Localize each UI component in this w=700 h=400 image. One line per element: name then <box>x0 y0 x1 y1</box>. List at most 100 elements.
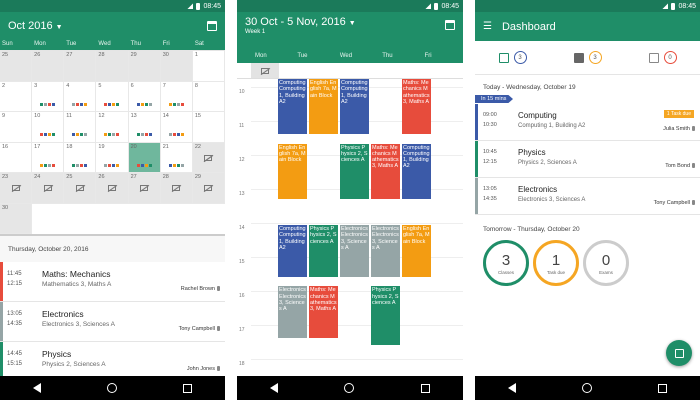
calendar-day-cell[interactable]: 3 <box>32 81 65 112</box>
day-number: 21 <box>162 143 169 150</box>
lesson-item[interactable]: 13:05 14:35 Electronics Electronics 3, Scie… <box>0 302 225 342</box>
summary-ring[interactable]: 3 Classes <box>483 240 529 286</box>
tab-exams[interactable]: 0 <box>648 51 677 64</box>
calendar-day-cell[interactable]: 29 <box>192 173 225 204</box>
calendar-day-cell[interactable]: 25 <box>0 51 33 82</box>
calendar-day-cell[interactable]: 5 <box>96 81 129 112</box>
calendar-day-cell[interactable]: 30 <box>160 51 193 82</box>
day-number: 17 <box>34 143 41 150</box>
calendar-day-cell[interactable]: 13 <box>128 112 161 143</box>
timetable-event[interactable]: Electronics Electronics 3, Sciences A <box>371 225 400 277</box>
menu-icon[interactable]: ☰ <box>483 21 492 32</box>
calendar-day-cell[interactable]: 21 <box>160 142 193 173</box>
calendar-day-cell[interactable]: 28 <box>160 173 193 204</box>
lesson-dots <box>32 163 63 167</box>
timetable-event[interactable]: Electronics Electronics 3, Sciences A <box>340 225 369 277</box>
lesson-dot <box>48 102 52 106</box>
calendar-day-cell[interactable]: 28 <box>96 51 129 82</box>
lesson-dot <box>104 102 108 106</box>
lesson-subject: Physics <box>518 148 546 157</box>
timetable-event[interactable]: Maths: Mechanics Mathematics 3, Maths A <box>402 79 431 134</box>
dashboard-lesson-item[interactable]: 10:45 12:15 Physics Physics 2, Sciences A To… <box>475 141 700 178</box>
calendar-day-cell[interactable]: 2 <box>0 81 33 112</box>
lesson-dot <box>40 102 44 106</box>
calendar-day-cell[interactable]: 11 <box>64 112 97 143</box>
recent-apps-icon[interactable] <box>658 383 667 393</box>
calendar-day-cell[interactable]: 12 <box>96 112 129 143</box>
calendar-day-cell[interactable]: 10 <box>32 112 65 143</box>
back-icon[interactable] <box>270 383 279 393</box>
timetable-event[interactable]: Physics Physics 2, Sciences A <box>309 225 338 277</box>
timetable-event[interactable]: Computing Computing 1, Building A2 <box>402 143 431 199</box>
week-selector[interactable]: 30 Oct - 5 Nov, 2016 ▼ <box>245 16 455 28</box>
add-task-fab[interactable] <box>666 340 692 366</box>
android-nav-bar <box>0 376 225 400</box>
back-icon[interactable] <box>33 383 41 393</box>
dashboard-lesson-item[interactable]: 13:05 14:35 Electronics Electronics 3, Scie… <box>475 178 700 215</box>
calendar-day-cell[interactable]: 26 <box>96 173 129 204</box>
timetable-event[interactable]: English English 7a, Main Block <box>402 225 431 277</box>
lesson-dot <box>168 133 172 136</box>
calendar-day-cell[interactable]: 17 <box>32 142 65 173</box>
calendar-day-cell[interactable]: 27 <box>128 173 161 204</box>
month-selector[interactable]: Oct 2016 ▼ <box>8 20 207 32</box>
dashboard-lesson-item[interactable]: 09:00 10:30 Computing Computing 1, Building… <box>475 104 700 141</box>
calendar-day-cell[interactable]: 14 <box>160 112 193 143</box>
day-number: 24 <box>34 174 41 180</box>
recent-apps-icon[interactable] <box>420 383 430 393</box>
timetable-event[interactable]: Physics Physics 2, Sciences A <box>340 143 369 199</box>
weekday-label: Thu <box>130 41 141 47</box>
timetable-event[interactable]: English English 7a, Main Block <box>309 79 338 134</box>
week-subtitle: Week 1 <box>245 29 266 35</box>
timetable-event[interactable]: Maths: Mechanics Mathematics 3, Maths A <box>309 286 338 339</box>
calendar-day-cell[interactable]: 26 <box>32 51 65 82</box>
calendar-day-cell[interactable]: 16 <box>0 142 33 173</box>
calendar-day-cell[interactable]: 1 <box>192 51 225 82</box>
calendar-day-cell[interactable]: 4 <box>64 81 97 112</box>
calendar-today-icon[interactable] <box>445 20 455 30</box>
timetable-event[interactable]: Physics Physics 2, Sciences A <box>371 286 400 345</box>
week-weekday-header: Mon Tue Wed Thu Fri <box>237 50 463 63</box>
weekday-label: Tue <box>66 41 77 47</box>
calendar-day-cell[interactable]: 18 <box>64 142 97 173</box>
calendar-day-cell[interactable]: 29 <box>128 51 161 82</box>
timetable-event[interactable]: Maths: Mechanics Mathematics 3, Maths A <box>371 143 400 199</box>
hour-label: 18 <box>239 361 245 367</box>
recent-apps-icon[interactable] <box>183 383 192 393</box>
calendar-day-cell[interactable]: 7 <box>160 81 193 112</box>
back-icon[interactable] <box>508 383 516 393</box>
calendar-day-cell[interactable]: 23 <box>0 173 33 204</box>
calendar-day-cell[interactable]: 19 <box>96 142 129 173</box>
calendar-day-cell[interactable]: 8 <box>192 81 225 112</box>
calendar-day-cell[interactable]: 15 <box>192 112 225 143</box>
calendar-day-cell[interactable]: 22 <box>192 142 225 173</box>
ring-label: Task due <box>546 269 565 275</box>
calendar-day-cell[interactable]: 20 <box>128 142 161 173</box>
calendar-day-cell[interactable]: 6 <box>128 81 161 112</box>
day-number: 18 <box>66 143 73 150</box>
lesson-dot <box>140 163 144 167</box>
calendar-day-cell[interactable]: 25 <box>64 173 97 204</box>
calendar-day-cell[interactable]: 9 <box>0 112 33 143</box>
home-icon[interactable] <box>582 383 592 393</box>
lesson-dot <box>80 133 84 136</box>
calendar-day-cell[interactable]: 24 <box>32 173 65 204</box>
tab-tasks[interactable]: 3 <box>573 51 602 64</box>
tab-classes[interactable]: 3 <box>498 51 527 64</box>
home-icon[interactable] <box>107 383 117 393</box>
timetable-event[interactable]: Computing Computing 1, Building A2 <box>340 79 369 134</box>
lesson-item[interactable]: 11:45 12:15 Maths: Mechanics Mathematics 3,… <box>0 262 225 302</box>
lesson-end-time: 12:15 <box>7 281 23 287</box>
timetable-event[interactable]: Computing Computing 1, Building A2 <box>278 79 307 134</box>
timetable-event[interactable]: English English 7a, Main Block <box>278 143 307 199</box>
timetable-event[interactable]: Electronics Electronics 3, Sciences A <box>278 286 307 339</box>
calendar-day-cell[interactable]: 30 <box>0 203 33 234</box>
lesson-dot <box>40 163 44 167</box>
summary-ring[interactable]: 1 Task due <box>533 240 579 286</box>
summary-ring[interactable]: 0 Exams <box>583 240 629 286</box>
calendar-today-icon[interactable] <box>207 20 217 31</box>
timetable-event[interactable]: Computing Computing 1, Building A2 <box>278 225 307 277</box>
calendar-day-cell[interactable]: 27 <box>64 51 97 82</box>
ring-count: 3 <box>501 251 511 269</box>
home-icon[interactable] <box>344 383 355 393</box>
